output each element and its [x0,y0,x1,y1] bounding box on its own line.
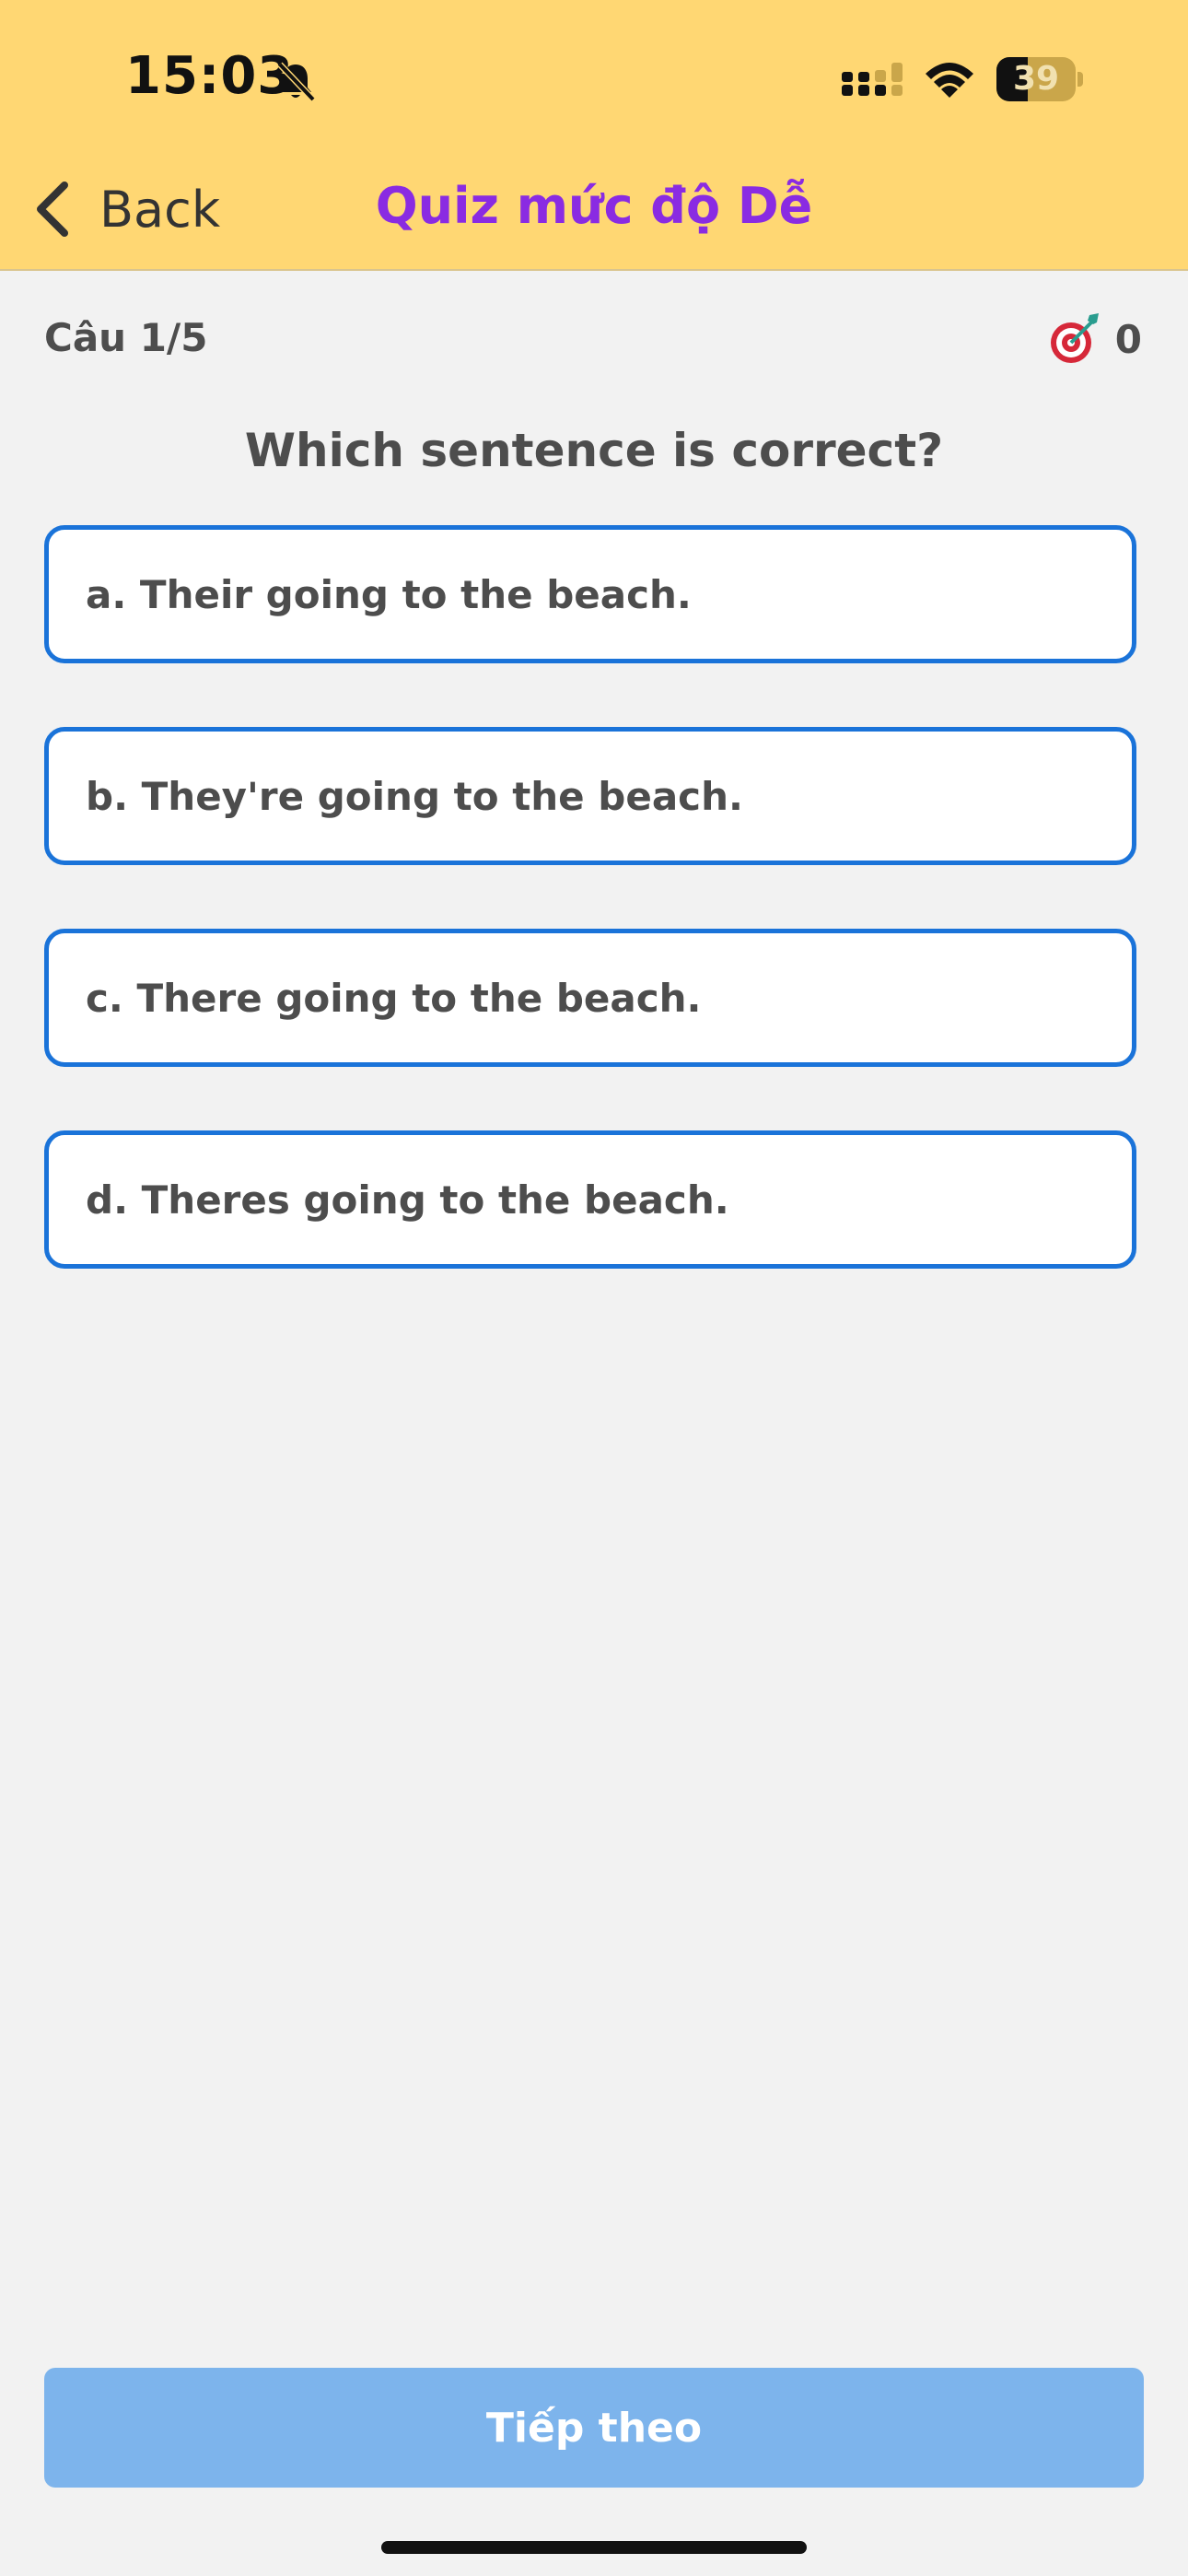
score-value: 0 [1114,316,1142,362]
answer-option-label: d. Theres going to the beach. [86,1177,729,1223]
bell-slash-icon [277,62,316,102]
next-button-label: Tiếp theo [485,2404,703,2452]
question-progress: Câu 1/5 [44,315,208,360]
target-icon [1050,313,1099,363]
answer-option-b[interactable]: b. They're going to the beach. [44,727,1136,865]
question-text: Which sentence is correct? [244,424,944,477]
answer-option-a[interactable]: a. Their going to the beach. [44,525,1136,663]
page-title: Quiz mức độ Dễ [375,177,813,235]
battery-level: 39 [1012,60,1060,98]
wifi-icon [926,63,973,98]
answer-option-c[interactable]: c. There going to the beach. [44,929,1136,1067]
home-indicator [381,2541,807,2554]
answer-option-label: a. Their going to the beach. [86,571,692,617]
header: 15:03 39 Back Quiz mức độ Dễ [0,0,1188,271]
answer-option-label: b. They're going to the beach. [86,773,743,819]
next-button[interactable]: Tiếp theo [44,2368,1144,2488]
battery-icon: 39 [996,57,1083,101]
score-display: 0 [1047,311,1142,367]
cellular-signal-icon [842,63,903,96]
answer-option-label: c. There going to the beach. [86,975,702,1021]
status-time: 15:03 [125,46,295,106]
answer-option-d[interactable]: d. Theres going to the beach. [44,1130,1136,1269]
